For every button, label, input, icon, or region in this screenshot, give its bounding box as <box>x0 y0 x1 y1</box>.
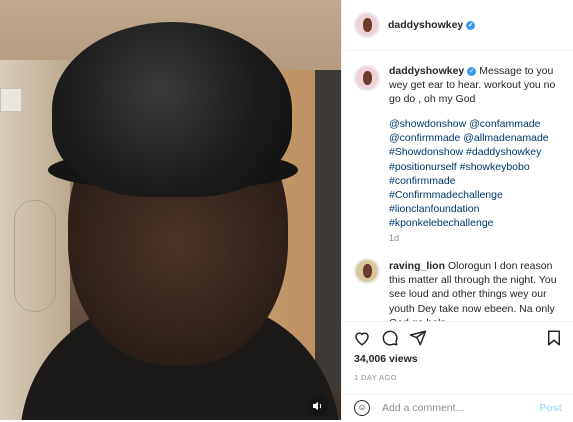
header-username[interactable]: daddyshowkey ✓ <box>388 19 476 31</box>
avatar[interactable] <box>354 12 380 38</box>
comment-username[interactable]: raving_lion <box>389 260 445 272</box>
caption-time: 1d <box>389 233 400 243</box>
person-cap <box>52 22 292 197</box>
view-count[interactable]: 34,006 views <box>354 353 418 365</box>
comments-area: daddyshowkey ✓ Message to you wey get ear… <box>342 51 573 321</box>
post-button[interactable]: Post <box>539 402 562 414</box>
door-gap <box>315 70 341 390</box>
add-comment-row: ☺ Add a comment... Post <box>342 394 573 422</box>
share-icon[interactable] <box>409 329 427 351</box>
wall-cable <box>14 200 56 312</box>
actions-bar: 34,006 views 1 DAY AGO ☺ Add a comment..… <box>342 321 573 421</box>
comment-icon[interactable] <box>381 329 399 351</box>
post-date: 1 DAY AGO <box>354 373 397 382</box>
post-video[interactable] <box>0 0 341 420</box>
comment-input[interactable]: Add a comment... <box>382 402 464 414</box>
comment: raving_lion Olorogun I don reason this m… <box>389 259 567 321</box>
caption-username[interactable]: daddyshowkey <box>389 65 464 77</box>
emoji-icon[interactable]: ☺ <box>354 400 370 416</box>
post-side-panel: daddyshowkey ✓ daddyshowkey ✓ Message to y… <box>341 0 573 420</box>
post-header: daddyshowkey ✓ <box>342 0 573 51</box>
verified-badge-icon: ✓ <box>467 67 477 76</box>
caption-hashtags[interactable]: @showdonshow @confammade @confirmmade @a… <box>389 117 567 231</box>
heart-icon[interactable] <box>353 329 371 351</box>
air-conditioner <box>0 88 22 112</box>
caption: daddyshowkey ✓ Message to you wey get ear… <box>389 64 567 107</box>
volume-icon[interactable] <box>308 396 328 416</box>
bookmark-icon[interactable] <box>545 329 563 351</box>
comment-avatar[interactable] <box>354 258 380 284</box>
verified-badge-icon: ✓ <box>466 21 476 30</box>
caption-avatar[interactable] <box>354 65 380 91</box>
